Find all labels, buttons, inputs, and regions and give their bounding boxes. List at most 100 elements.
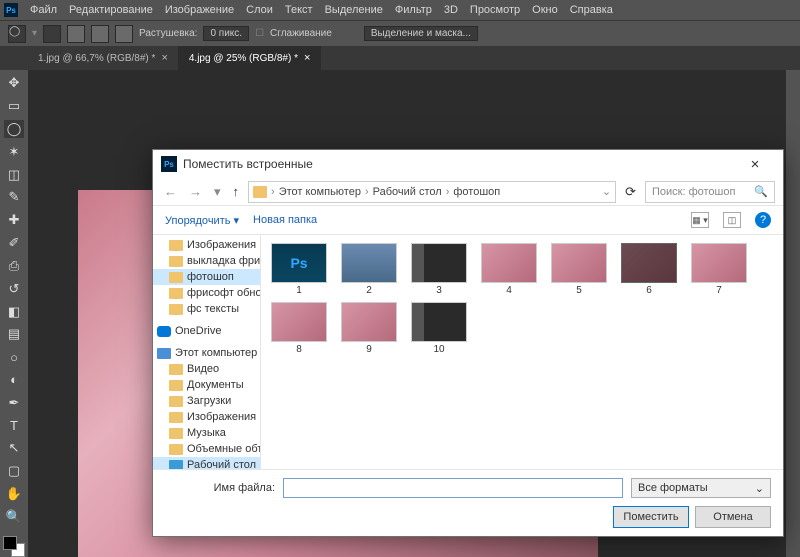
dialog-titlebar: Ps Поместить встроенные ×	[153, 150, 783, 178]
file-thumbnail[interactable]: 1	[271, 243, 327, 296]
history-brush-tool[interactable]: ↺	[4, 279, 24, 298]
menu-item[interactable]: Просмотр	[464, 4, 526, 16]
tree-item[interactable]: Изображения	[153, 237, 260, 253]
file-thumbnail[interactable]: 10	[411, 302, 467, 355]
file-thumbnail[interactable]: 4	[481, 243, 537, 296]
file-thumbnail[interactable]: 9	[341, 302, 397, 355]
refine-edge-button[interactable]: Выделение и маска...	[364, 26, 478, 41]
menu-item[interactable]: 3D	[438, 4, 464, 16]
tree-item[interactable]: Объемные объ	[153, 441, 260, 457]
stamp-tool[interactable]: ⎙	[4, 257, 24, 276]
dodge-tool[interactable]: ◐	[4, 371, 24, 390]
preview-pane-button[interactable]: ◫	[723, 212, 741, 228]
hand-tool[interactable]: ✋	[4, 485, 24, 504]
close-icon[interactable]: ×	[304, 52, 310, 64]
close-icon[interactable]: ×	[161, 52, 167, 64]
right-panel-collapsed[interactable]	[786, 70, 800, 557]
antialias-checkbox[interactable]: Сглаживание	[270, 28, 332, 39]
dialog-title: Поместить встроенные	[183, 157, 313, 171]
breadcrumb-segment[interactable]: фотошоп	[453, 186, 500, 198]
breadcrumb-bar[interactable]: › Этот компьютер › Рабочий стол › фотошо…	[248, 181, 616, 203]
nav-forward-button: →	[186, 184, 205, 199]
filename-input[interactable]	[283, 478, 623, 498]
selection-mode-icon[interactable]	[67, 25, 85, 43]
file-thumbnail[interactable]: 5	[551, 243, 607, 296]
new-folder-button[interactable]: Новая папка	[253, 214, 317, 226]
file-list[interactable]: 1234567 89 10	[261, 235, 783, 469]
help-icon[interactable]: ?	[755, 212, 771, 228]
tree-item[interactable]: фрисофт обнов	[153, 285, 260, 301]
ps-logo-icon: Ps	[161, 156, 177, 172]
type-tool[interactable]: T	[4, 416, 24, 435]
crop-tool[interactable]: ◫	[4, 165, 24, 184]
heal-tool[interactable]: ✚	[4, 211, 24, 230]
tree-item[interactable]: Видео	[153, 361, 260, 377]
file-thumbnail[interactable]: 3	[411, 243, 467, 296]
menu-item[interactable]: Справка	[564, 4, 619, 16]
view-mode-button[interactable]: ▦ ▾	[691, 212, 709, 228]
nav-back-button[interactable]: ←	[161, 184, 180, 199]
tree-item[interactable]: OneDrive	[153, 323, 260, 339]
eraser-tool[interactable]: ◧	[4, 302, 24, 321]
file-thumbnail[interactable]: 2	[341, 243, 397, 296]
tree-item[interactable]: фотошоп	[153, 269, 260, 285]
chevron-down-icon[interactable]: ⌄	[602, 185, 611, 198]
menu-item[interactable]: Редактирование	[63, 4, 159, 16]
tree-item[interactable]: Музыка	[153, 425, 260, 441]
eyedropper-tool[interactable]: ✎	[4, 188, 24, 207]
refresh-button[interactable]: ⟳	[622, 184, 639, 200]
selection-mode-icon[interactable]	[115, 25, 133, 43]
gradient-tool[interactable]: ▤	[4, 325, 24, 344]
document-tab[interactable]: 1.jpg @ 66,7% (RGB/8#) * ×	[28, 46, 179, 70]
path-tool[interactable]: ↖	[4, 439, 24, 458]
folder-tree[interactable]: Изображениявыкладка фрисфотошопфрисофт о…	[153, 235, 261, 469]
tree-item[interactable]: Загрузки	[153, 393, 260, 409]
file-format-select[interactable]: Все форматы ⌄	[631, 478, 771, 498]
menu-item[interactable]: Окно	[526, 4, 564, 16]
nav-recent-button[interactable]: ▾	[211, 184, 224, 200]
selection-mode-icon[interactable]	[91, 25, 109, 43]
brush-tool[interactable]: ✐	[4, 234, 24, 253]
menu-item[interactable]: Текст	[279, 4, 319, 16]
menu-item[interactable]: Файл	[24, 4, 63, 16]
file-thumbnail[interactable]: 7	[691, 243, 747, 296]
close-button[interactable]: ×	[735, 156, 775, 173]
document-tab[interactable]: 4.jpg @ 25% (RGB/8#) * ×	[179, 46, 322, 70]
tree-item[interactable]: выкладка фрис	[153, 253, 260, 269]
zoom-tool[interactable]: 🔍	[4, 507, 24, 526]
marquee-tool[interactable]: ▭	[4, 97, 24, 116]
pen-tool[interactable]: ✒	[4, 393, 24, 412]
organize-button[interactable]: Упорядочить ▾	[165, 214, 239, 227]
blur-tool[interactable]: ○	[4, 348, 24, 367]
foreground-swatch[interactable]	[3, 536, 17, 550]
color-swatches[interactable]	[3, 536, 25, 557]
tool-preset-icon[interactable]: ◯	[8, 25, 26, 43]
breadcrumb-segment[interactable]: Этот компьютер	[279, 186, 361, 198]
menu-item[interactable]: Фильтр	[389, 4, 438, 16]
move-tool[interactable]: ✥	[4, 74, 24, 93]
breadcrumb-segment[interactable]: Рабочий стол	[373, 186, 442, 198]
search-input[interactable]: Поиск: фотошоп 🔍	[645, 181, 775, 203]
cancel-button[interactable]: Отмена	[695, 506, 771, 528]
lasso-tool[interactable]: ◯	[4, 120, 24, 139]
place-embedded-dialog: Ps Поместить встроенные × ← → ▾ ↑ › Этот…	[152, 149, 784, 537]
tree-item[interactable]: Документы	[153, 377, 260, 393]
shape-tool[interactable]: ▢	[4, 462, 24, 481]
folder-icon	[169, 256, 183, 267]
place-button[interactable]: Поместить	[613, 506, 689, 528]
tree-item[interactable]: Рабочий стол	[153, 457, 260, 469]
wand-tool[interactable]: ✶	[4, 142, 24, 161]
file-thumbnail[interactable]: 8	[271, 302, 327, 355]
selection-mode-icon[interactable]	[43, 25, 61, 43]
menu-item[interactable]: Изображение	[159, 4, 240, 16]
tree-item[interactable]: фс тексты	[153, 301, 260, 317]
tree-item[interactable]: Этот компьютер	[153, 345, 260, 361]
tree-item[interactable]: Изображения	[153, 409, 260, 425]
tab-label: 4.jpg @ 25% (RGB/8#) *	[189, 53, 298, 64]
tree-label: фотошоп	[187, 271, 234, 283]
feather-input[interactable]: 0 пикс.	[203, 26, 249, 41]
file-thumbnail[interactable]: 6	[621, 243, 677, 296]
nav-up-button[interactable]: ↑	[230, 184, 243, 199]
menu-item[interactable]: Слои	[240, 4, 279, 16]
menu-item[interactable]: Выделение	[319, 4, 389, 16]
